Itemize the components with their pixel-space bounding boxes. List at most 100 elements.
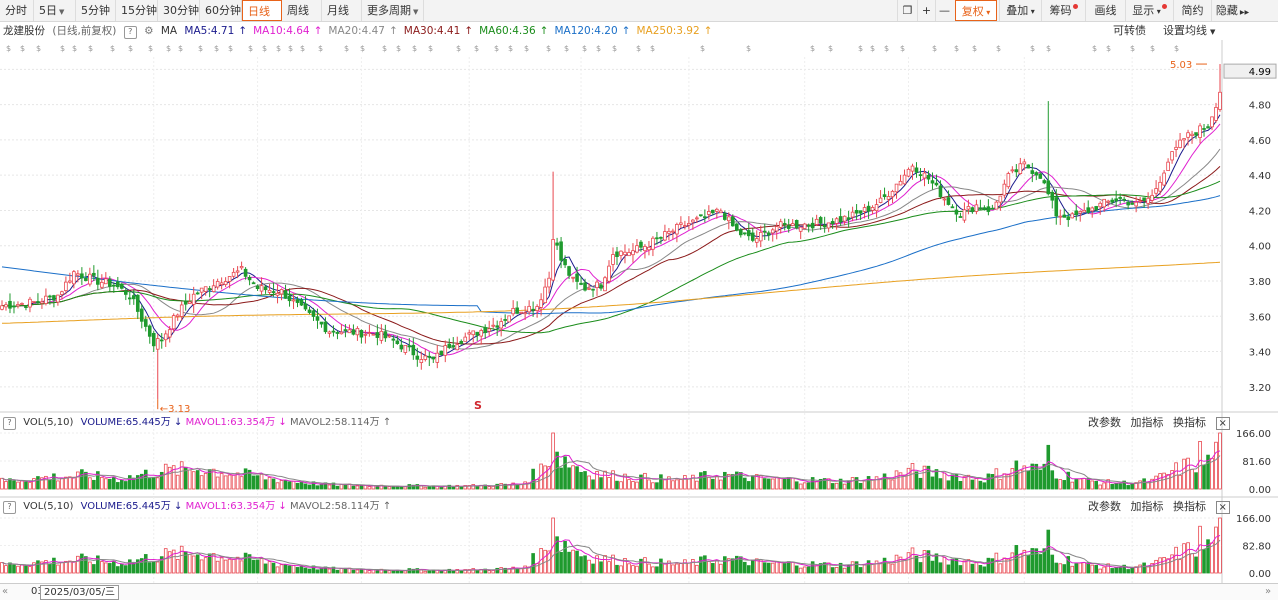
candle-body <box>970 207 975 212</box>
candle-body <box>271 291 276 293</box>
volume-bar <box>774 560 779 574</box>
period-tab-1[interactable]: 5日 ▼ <box>34 0 76 21</box>
volume-bar <box>435 569 440 574</box>
volume-bar <box>659 558 663 574</box>
add-indicator-button[interactable]: 加指标 <box>1131 500 1164 513</box>
candle-body <box>1118 197 1122 199</box>
scroll-right-icon[interactable]: » <box>1265 584 1271 599</box>
adjust-button[interactable]: 复权 ▾ <box>955 0 997 21</box>
volume-bar <box>303 483 308 490</box>
volume-bar <box>471 568 476 574</box>
help-icon[interactable]: ? <box>3 501 16 514</box>
y-tick-label: 4.60 <box>1249 136 1271 147</box>
candle-body <box>275 292 280 296</box>
close-icon[interactable]: × <box>1215 501 1230 514</box>
volume-bar <box>806 482 811 490</box>
candle-body <box>16 304 20 307</box>
scroll-left-icon[interactable]: « <box>2 584 8 599</box>
period-tab-3[interactable]: 15分钟 <box>116 0 158 21</box>
volume-bar <box>231 474 236 490</box>
volume-bar <box>131 477 136 490</box>
help-icon[interactable]: ? <box>123 26 137 39</box>
period-tab-0[interactable]: 分时 <box>0 0 34 21</box>
zoom-out-button[interactable]: — <box>935 0 953 21</box>
candle-body <box>52 295 56 301</box>
volume-bar <box>1150 563 1154 574</box>
candle-body <box>108 278 112 287</box>
candle-body <box>635 245 639 253</box>
period-tab-8[interactable]: 月线 <box>322 0 362 21</box>
candle-body <box>583 282 587 291</box>
candle-body <box>659 236 663 239</box>
ma-value-6: MA250:3.92 <box>636 25 700 37</box>
candle-body <box>104 278 108 285</box>
volume-bar <box>1050 470 1055 490</box>
volume-bar <box>643 472 647 490</box>
volume-bar <box>990 474 995 490</box>
display-button[interactable]: 显示 ▾ <box>1125 0 1173 21</box>
switch-indicator-button[interactable]: 换指标 <box>1173 500 1206 513</box>
candle-body <box>8 300 12 309</box>
volume-bar <box>850 561 855 574</box>
volume-bar <box>52 473 56 490</box>
candle-body <box>123 290 128 295</box>
volume-bar <box>211 468 216 490</box>
candle-body <box>898 180 903 186</box>
period-tab-label: 周线 <box>287 4 309 17</box>
event-marker: $ <box>60 44 65 53</box>
volume-bar <box>914 555 919 574</box>
volume-bar <box>483 568 488 574</box>
overlay-button[interactable]: 叠加 ▾ <box>999 0 1041 21</box>
candle-body <box>403 345 408 353</box>
volume-bar <box>275 566 280 574</box>
zoom-in-button[interactable]: + <box>917 0 935 21</box>
draw-button[interactable]: 画线 <box>1085 0 1125 21</box>
candle-body <box>826 222 831 229</box>
volume-bar <box>1154 559 1158 574</box>
event-marker: $ <box>746 44 751 53</box>
volume-bar <box>934 553 939 574</box>
volume-bar <box>866 476 871 490</box>
event-marker: $ <box>128 44 133 53</box>
gear-icon[interactable]: ⚙ <box>144 25 153 37</box>
convertible-bond-button[interactable]: 可转债 <box>1113 23 1146 39</box>
candle-body <box>323 321 328 333</box>
period-tab-6[interactable]: 日线 <box>242 0 282 21</box>
edit-params-button[interactable]: 改参数 <box>1088 500 1121 513</box>
arrow-up-icon: ↑ <box>703 25 713 37</box>
switch-indicator-button[interactable]: 换指标 <box>1173 416 1206 429</box>
volume-bar <box>383 569 388 574</box>
volume-bar <box>990 558 995 574</box>
y-tick-label: 3.80 <box>1249 277 1271 288</box>
period-tab-4[interactable]: 30分钟 <box>158 0 200 21</box>
volume-bar <box>108 478 112 490</box>
help-icon[interactable]: ? <box>3 417 16 430</box>
candle-body <box>171 315 176 330</box>
edit-params-button[interactable]: 改参数 <box>1088 416 1121 429</box>
volume-bar <box>818 478 823 490</box>
simple-button[interactable]: 简约 <box>1173 0 1211 21</box>
hide-button[interactable]: 隐藏 ▶▶ <box>1211 0 1253 21</box>
candle-body <box>647 246 651 251</box>
volume-bar <box>179 461 184 490</box>
close-icon[interactable]: × <box>1215 417 1230 430</box>
event-marker: $ <box>932 44 937 53</box>
volume-bar <box>599 477 603 490</box>
candle-body <box>167 329 172 338</box>
add-indicator-button[interactable]: 加指标 <box>1131 416 1164 429</box>
volume-bar <box>846 564 851 574</box>
volume-bar <box>750 559 755 574</box>
period-tab-9[interactable]: 更多周期 ▼ <box>362 0 424 21</box>
period-tab-2[interactable]: 5分钟 <box>76 0 116 21</box>
period-tab-7[interactable]: 周线 <box>282 0 322 21</box>
candle-body <box>711 209 715 214</box>
volume-bar <box>199 559 204 574</box>
set-ma-button[interactable]: 设置均线 ▼ <box>1163 23 1215 39</box>
candle-body <box>307 309 312 313</box>
volume-bar <box>1014 545 1019 574</box>
chips-button[interactable]: 筹码 <box>1041 0 1085 21</box>
volume-bar <box>1006 558 1011 574</box>
period-tab-5[interactable]: 60分钟 <box>200 0 242 21</box>
volume-bar <box>631 481 635 490</box>
copy-icon[interactable]: ❐ <box>897 0 917 21</box>
